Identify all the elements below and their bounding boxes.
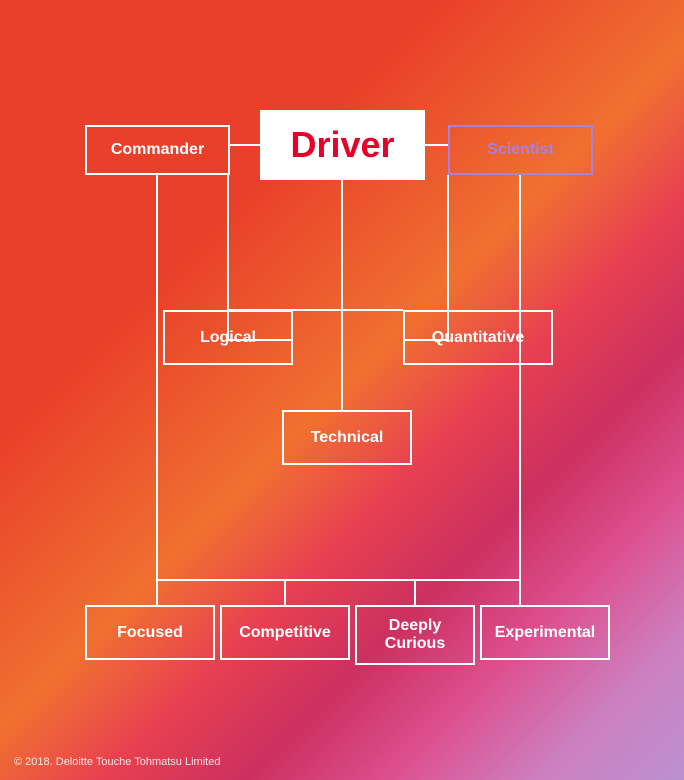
driver-node: Driver [260,110,425,180]
experimental-node: Experimental [480,605,610,660]
technical-node: Technical [282,410,412,465]
focused-node: Focused [85,605,215,660]
commander-node: Commander [85,125,230,175]
quantitative-node: Quantitative [403,310,553,365]
scientist-node: Scientist [448,125,593,175]
logical-node: Logical [163,310,293,365]
competitive-node: Competitive [220,605,350,660]
background-canvas: Driver Commander Scientist Logical Quant… [0,0,684,780]
footer-text: © 2018. Deloitte Touche Tohmatsu Limited [14,756,220,768]
deeply-curious-node: Deeply Curious [355,605,475,665]
